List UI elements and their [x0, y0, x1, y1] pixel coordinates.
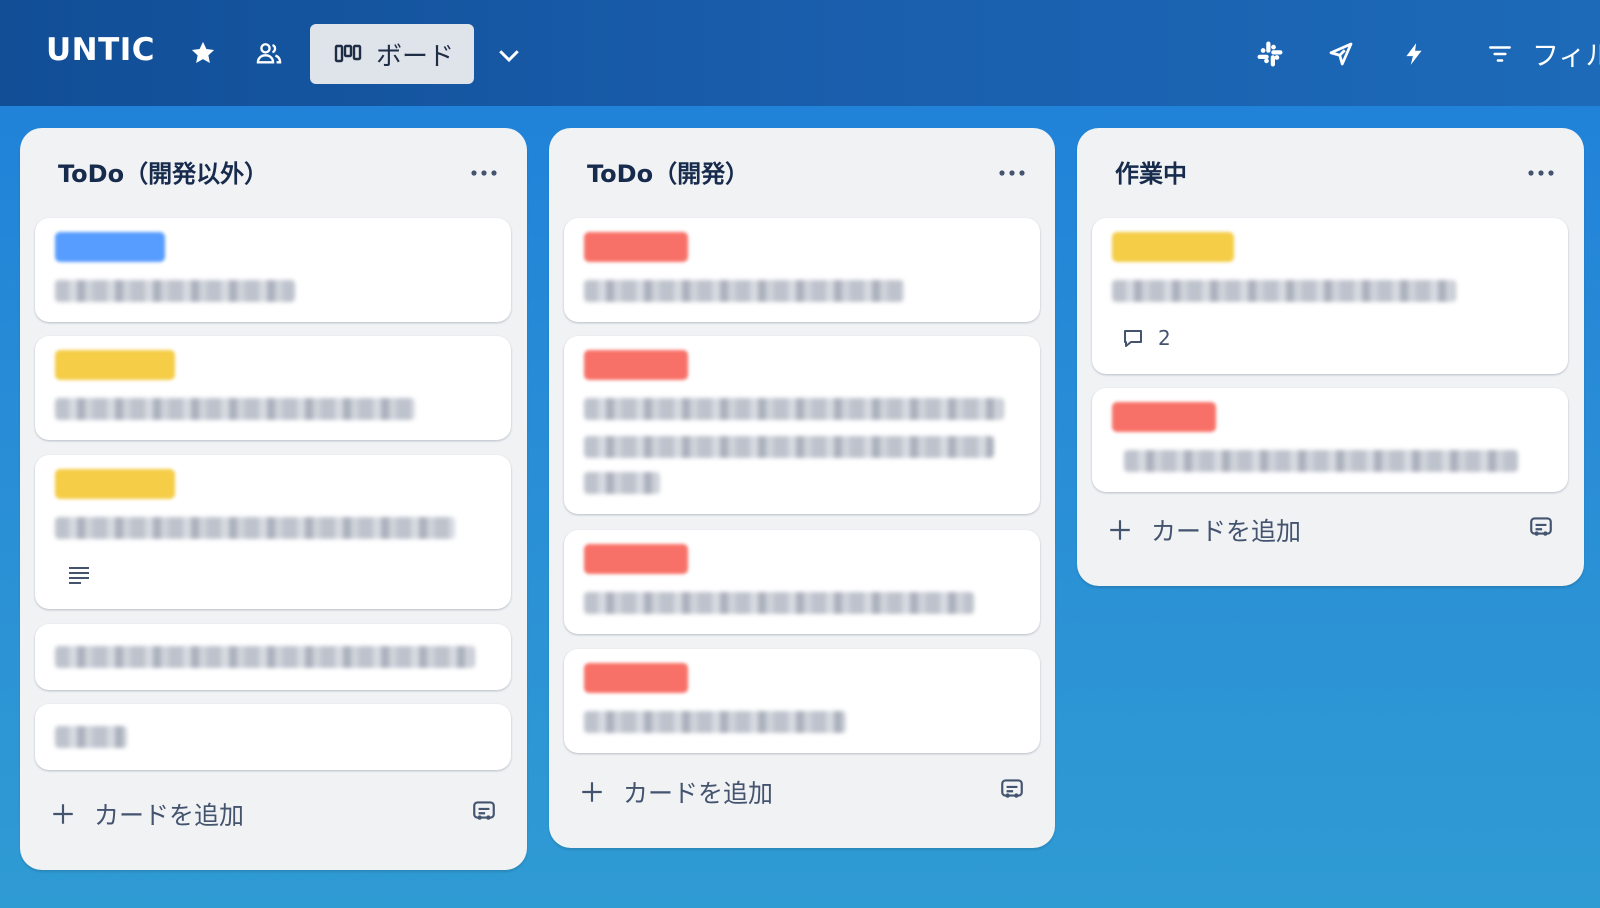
more-icon[interactable] [999, 162, 1025, 181]
card-title-redacted [584, 711, 846, 733]
card-label-yellow[interactable] [1112, 232, 1234, 262]
card-label-red[interactable] [584, 544, 688, 574]
card-title-redacted [584, 280, 904, 302]
list-in-progress: 作業中 2 カードを追加 [1077, 128, 1584, 586]
board-name[interactable]: UNTIC [46, 32, 155, 68]
plus-icon [582, 782, 602, 802]
card-title-redacted [584, 592, 974, 614]
card-label-yellow[interactable] [55, 350, 175, 380]
board-view-button[interactable]: ボード [310, 24, 474, 84]
comment-badge: 2 [1120, 326, 1171, 350]
card-label-blue[interactable] [55, 232, 165, 262]
star-icon[interactable] [188, 38, 218, 68]
card[interactable] [35, 624, 511, 690]
card[interactable] [35, 336, 511, 440]
list-todo-non-dev: ToDo（開発以外） カードを追加 [20, 128, 527, 870]
workspace-visibility-icon[interactable] [254, 38, 284, 68]
add-card-label: カードを追加 [94, 801, 245, 830]
card[interactable] [35, 455, 511, 609]
card-label-red[interactable] [584, 232, 688, 262]
card-title-redacted [55, 517, 455, 539]
card[interactable] [1092, 388, 1568, 492]
card[interactable] [564, 218, 1040, 322]
add-card-button[interactable]: カードを追加 [1107, 512, 1301, 548]
card-title-redacted [55, 398, 415, 420]
card[interactable] [564, 336, 1040, 514]
card-title-redacted [584, 436, 994, 458]
card-title-redacted [55, 646, 475, 668]
add-card-button[interactable]: カードを追加 [50, 796, 244, 832]
more-icon[interactable] [1528, 162, 1554, 181]
chevron-down-icon[interactable] [492, 38, 526, 72]
list-title[interactable]: ToDo（開発以外） [58, 154, 268, 189]
card[interactable] [564, 649, 1040, 753]
card-label-red[interactable] [584, 663, 688, 693]
comment-icon [1124, 330, 1142, 347]
card[interactable] [35, 704, 511, 770]
card-title-redacted [55, 726, 127, 748]
list-title[interactable]: 作業中 [1115, 154, 1187, 189]
card-label-red[interactable] [584, 350, 688, 380]
filter-icon[interactable] [1484, 38, 1516, 70]
list-todo-dev: ToDo（開発） カードを追加 [549, 128, 1055, 848]
automation-icon[interactable] [1398, 38, 1430, 70]
card-title-redacted [584, 472, 660, 494]
card[interactable]: 2 [1092, 218, 1568, 374]
card[interactable] [35, 218, 511, 322]
board-view-label: ボード [376, 41, 455, 72]
card-title-redacted [1112, 280, 1456, 302]
plus-icon [1110, 520, 1130, 540]
card-label-yellow[interactable] [55, 469, 175, 499]
add-card-label: カードを追加 [623, 779, 774, 808]
card-template-icon[interactable] [471, 797, 497, 827]
card-label-red[interactable] [1112, 402, 1216, 432]
slack-icon[interactable] [1254, 38, 1286, 70]
card-title-redacted [584, 398, 1004, 420]
card-template-icon[interactable] [999, 775, 1025, 805]
board-header: UNTIC ボード フィル [0, 0, 1600, 106]
board-view-icon [334, 42, 362, 66]
list-title[interactable]: ToDo（開発） [587, 154, 749, 189]
plus-icon [53, 804, 73, 824]
card[interactable] [564, 530, 1040, 634]
more-icon[interactable] [471, 162, 497, 181]
filter-label[interactable]: フィル [1532, 34, 1600, 73]
description-icon [67, 565, 91, 589]
add-card-button[interactable]: カードを追加 [579, 774, 773, 810]
card-title-redacted [1124, 450, 1518, 472]
rocket-icon[interactable] [1325, 38, 1357, 70]
comment-count: 2 [1158, 326, 1171, 350]
card-title-redacted [55, 280, 295, 302]
card-template-icon[interactable] [1528, 513, 1554, 543]
add-card-label: カードを追加 [1151, 517, 1302, 546]
